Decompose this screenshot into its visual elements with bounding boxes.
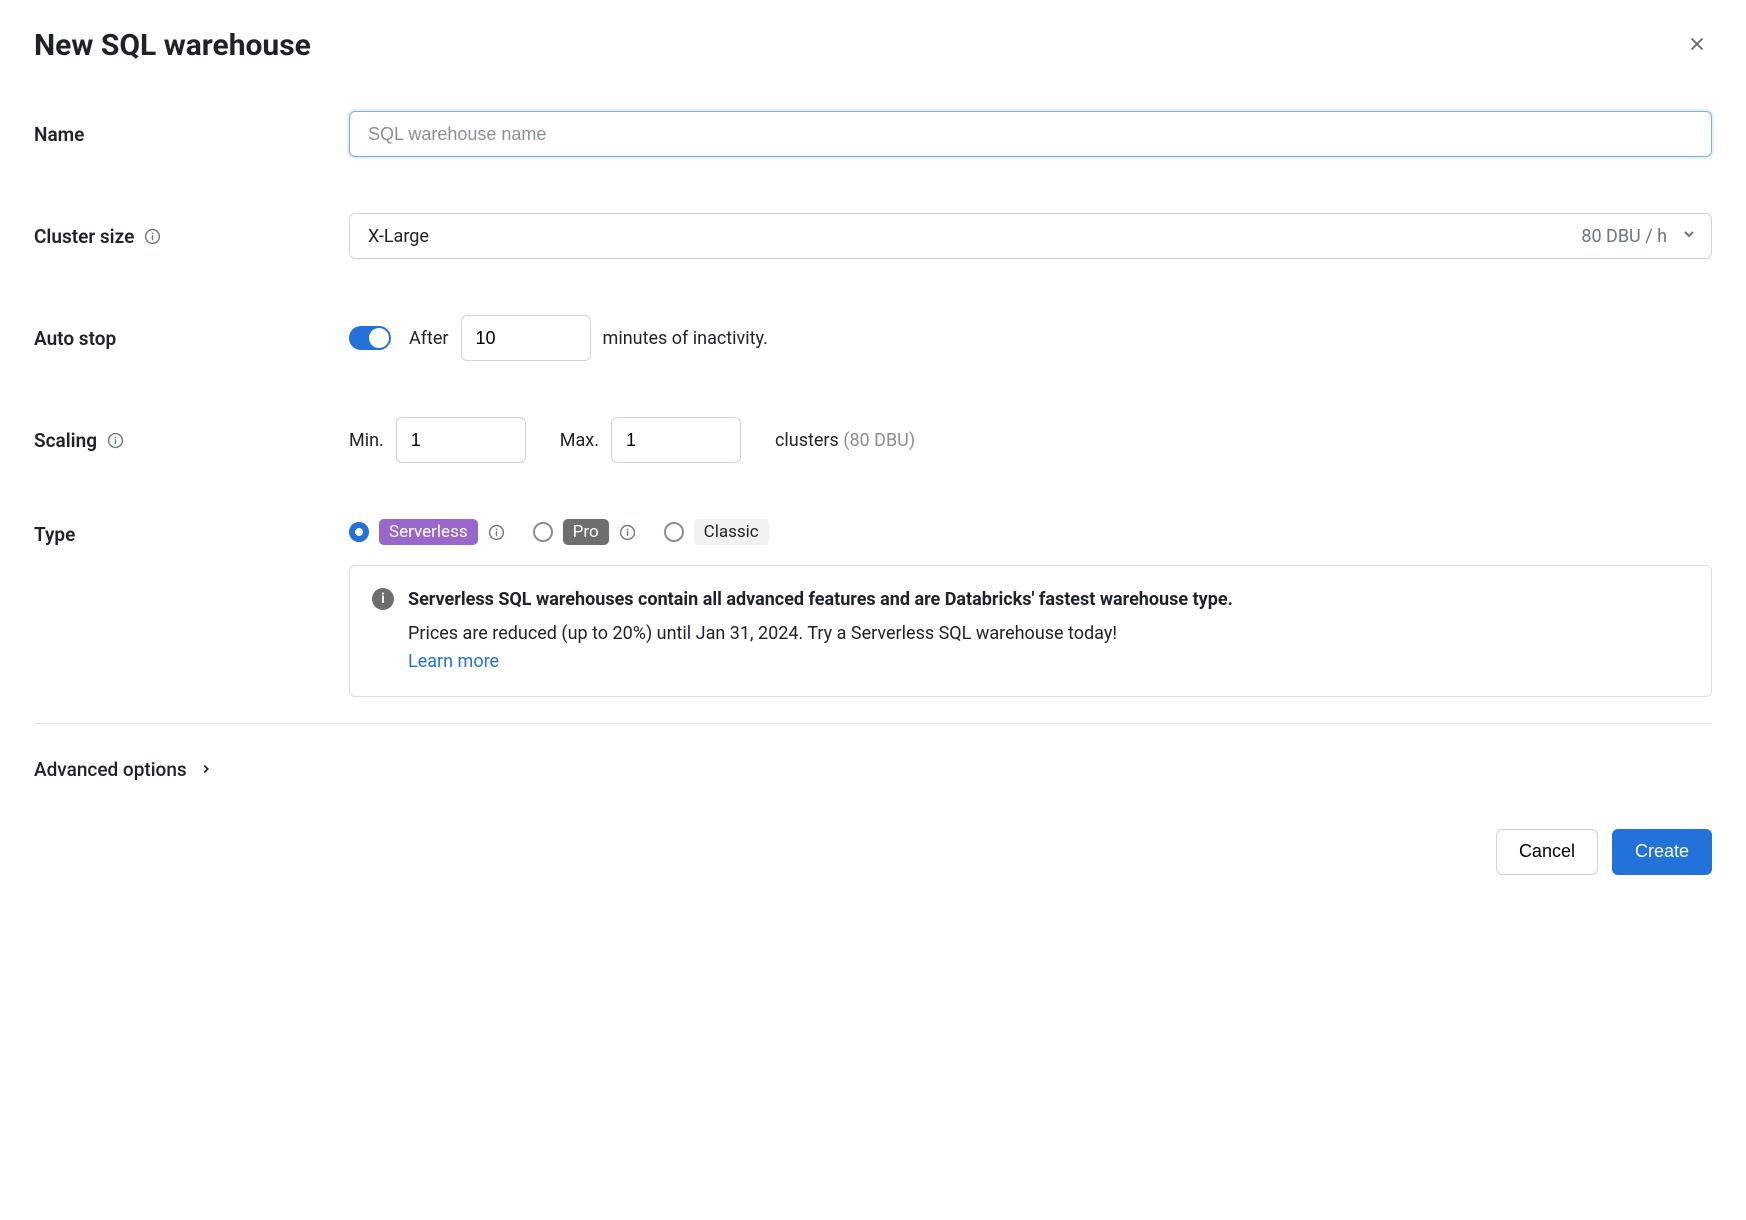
type-label: Type [34, 519, 349, 546]
divider [34, 723, 1712, 724]
warehouse-name-input[interactable] [349, 111, 1712, 157]
auto-stop-prefix: After [409, 328, 449, 349]
auto-stop-suffix: minutes of inactivity. [603, 328, 768, 349]
scaling-max-input[interactable] [611, 417, 741, 463]
badge-serverless: Serverless [379, 519, 478, 545]
info-icon[interactable] [107, 432, 124, 449]
info-icon[interactable] [144, 228, 161, 245]
scaling-min-label: Min. [349, 430, 384, 451]
cluster-size-select[interactable]: X-Large 80 DBU / h [349, 213, 1712, 259]
scaling-clusters-text: clusters [775, 430, 839, 451]
callout-title: Serverless SQL warehouses contain all ad… [408, 586, 1233, 614]
radio-pro[interactable] [533, 522, 553, 542]
info-icon[interactable] [488, 524, 505, 541]
cluster-size-label: Cluster size [34, 225, 134, 248]
serverless-callout: i Serverless SQL warehouses contain all … [349, 565, 1712, 697]
badge-classic: Classic [694, 519, 769, 545]
callout-body: Prices are reduced (up to 20%) until Jan… [408, 620, 1233, 648]
chevron-down-icon [1681, 226, 1697, 247]
radio-classic[interactable] [664, 522, 684, 542]
scaling-label: Scaling [34, 429, 97, 452]
auto-stop-toggle[interactable] [349, 326, 391, 350]
name-label: Name [34, 123, 349, 146]
cancel-button[interactable]: Cancel [1496, 829, 1598, 875]
info-icon[interactable] [619, 524, 636, 541]
info-filled-icon: i [372, 588, 394, 610]
scaling-min-input[interactable] [396, 417, 526, 463]
scaling-max-label: Max. [560, 430, 599, 451]
auto-stop-minutes-input[interactable] [461, 315, 591, 361]
radio-serverless[interactable] [349, 522, 369, 542]
advanced-options-toggle[interactable]: Advanced options [34, 758, 1712, 781]
learn-more-link[interactable]: Learn more [408, 651, 499, 672]
advanced-options-label: Advanced options [34, 758, 187, 781]
close-icon [1686, 43, 1708, 58]
cluster-size-value: X-Large [368, 226, 429, 247]
auto-stop-label: Auto stop [34, 327, 349, 350]
chevron-right-icon [199, 758, 213, 781]
page-title: New SQL warehouse [34, 28, 311, 63]
cluster-size-dbu: 80 DBU / h [1581, 226, 1667, 247]
type-radio-group: Serverless Pro Classic [349, 519, 1712, 545]
badge-pro: Pro [563, 519, 609, 545]
toggle-knob [369, 328, 389, 348]
scaling-dbu-text: (80 DBU) [843, 430, 915, 451]
close-button[interactable] [1682, 29, 1712, 62]
create-button[interactable]: Create [1612, 829, 1712, 875]
